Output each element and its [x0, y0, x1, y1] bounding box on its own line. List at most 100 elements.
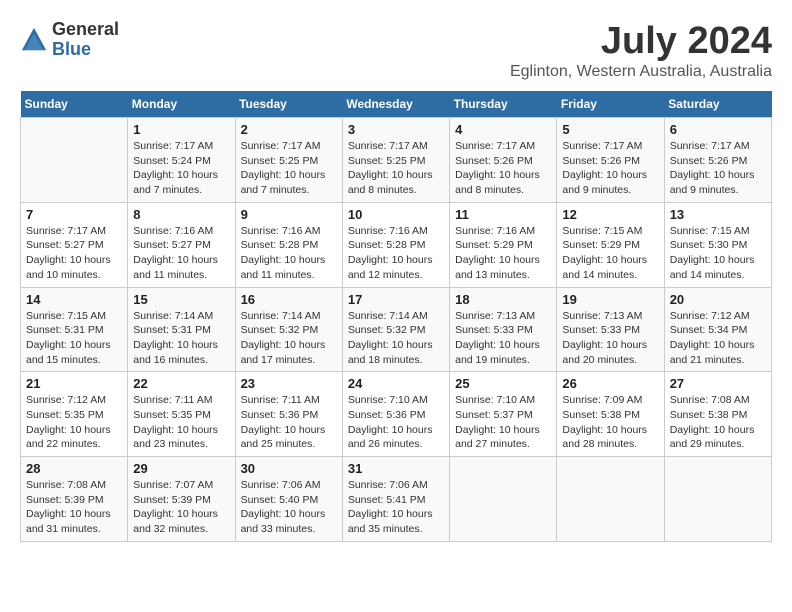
week-row-4: 21 Sunrise: 7:12 AMSunset: 5:35 PMDayligh…	[21, 372, 772, 457]
table-cell: 17Sunrise: 7:14 AMSunset: 5:32 PMDayligh…	[342, 287, 449, 372]
day-info: Sunrise: 7:08 AMSunset: 5:39 PMDaylight:…	[26, 478, 122, 537]
table-cell: 10Sunrise: 7:16 AMSunset: 5:28 PMDayligh…	[342, 202, 449, 287]
day-info: Sunrise: 7:07 AMSunset: 5:39 PMDaylight:…	[133, 478, 229, 537]
table-cell: 26 Sunrise: 7:09 AMSunset: 5:38 PMDayligh…	[557, 372, 664, 457]
table-cell: 24 Sunrise: 7:10 AMSunset: 5:36 PMDayligh…	[342, 372, 449, 457]
table-cell: 28 Sunrise: 7:08 AMSunset: 5:39 PMDayligh…	[21, 457, 128, 542]
header-monday: Monday	[128, 91, 235, 118]
table-cell: 5 Sunrise: 7:17 AMSunset: 5:26 PMDaylight…	[557, 118, 664, 203]
table-cell: 19Sunrise: 7:13 AMSunset: 5:33 PMDayligh…	[557, 287, 664, 372]
day-number: 21	[26, 376, 122, 391]
day-number: 31	[348, 461, 444, 476]
day-number: 20	[670, 292, 766, 307]
day-number: 11	[455, 207, 551, 222]
page-header: General Blue July 2024 Eglinton, Western…	[20, 20, 772, 81]
day-info: Sunrise: 7:06 AMSunset: 5:41 PMDaylight:…	[348, 478, 444, 537]
table-cell	[664, 457, 771, 542]
table-cell: 1 Sunrise: 7:17 AMSunset: 5:24 PMDaylight…	[128, 118, 235, 203]
table-cell	[450, 457, 557, 542]
day-info: Sunrise: 7:10 AMSunset: 5:37 PMDaylight:…	[455, 393, 551, 452]
day-number: 4	[455, 122, 551, 137]
day-number: 1	[133, 122, 229, 137]
day-number: 15	[133, 292, 229, 307]
day-info: Sunrise: 7:16 AMSunset: 5:29 PMDaylight:…	[455, 224, 551, 283]
day-number: 10	[348, 207, 444, 222]
day-number: 5	[562, 122, 658, 137]
logo-general: General	[52, 20, 119, 40]
day-number: 6	[670, 122, 766, 137]
table-cell: 20 Sunrise: 7:12 AMSunset: 5:34 PMDayligh…	[664, 287, 771, 372]
day-number: 27	[670, 376, 766, 391]
day-info: Sunrise: 7:17 AMSunset: 5:27 PMDaylight:…	[26, 224, 122, 283]
table-cell: 9Sunrise: 7:16 AMSunset: 5:28 PMDaylight…	[235, 202, 342, 287]
day-info: Sunrise: 7:15 AMSunset: 5:31 PMDaylight:…	[26, 309, 122, 368]
day-number: 18	[455, 292, 551, 307]
table-cell: 8 Sunrise: 7:16 AMSunset: 5:27 PMDaylight…	[128, 202, 235, 287]
day-info: Sunrise: 7:09 AMSunset: 5:38 PMDaylight:…	[562, 393, 658, 452]
day-number: 25	[455, 376, 551, 391]
table-cell	[21, 118, 128, 203]
day-info: Sunrise: 7:17 AMSunset: 5:26 PMDaylight:…	[562, 139, 658, 198]
table-cell	[557, 457, 664, 542]
header-saturday: Saturday	[664, 91, 771, 118]
day-info: Sunrise: 7:12 AMSunset: 5:34 PMDaylight:…	[670, 309, 766, 368]
day-number: 14	[26, 292, 122, 307]
day-number: 22	[133, 376, 229, 391]
day-number: 19	[562, 292, 658, 307]
day-info: Sunrise: 7:08 AMSunset: 5:38 PMDaylight:…	[670, 393, 766, 452]
day-number: 26	[562, 376, 658, 391]
day-number: 28	[26, 461, 122, 476]
table-cell: 12Sunrise: 7:15 AMSunset: 5:29 PMDayligh…	[557, 202, 664, 287]
calendar-body: 1 Sunrise: 7:17 AMSunset: 5:24 PMDaylight…	[21, 118, 772, 542]
day-info: Sunrise: 7:14 AMSunset: 5:32 PMDaylight:…	[241, 309, 337, 368]
day-info: Sunrise: 7:17 AMSunset: 5:24 PMDaylight:…	[133, 139, 229, 198]
day-number: 2	[241, 122, 337, 137]
table-cell: 2Sunrise: 7:17 AMSunset: 5:25 PMDaylight…	[235, 118, 342, 203]
day-info: Sunrise: 7:14 AMSunset: 5:31 PMDaylight:…	[133, 309, 229, 368]
day-number: 13	[670, 207, 766, 222]
logo: General Blue	[20, 20, 119, 60]
day-info: Sunrise: 7:11 AMSunset: 5:36 PMDaylight:…	[241, 393, 337, 452]
week-row-5: 28 Sunrise: 7:08 AMSunset: 5:39 PMDayligh…	[21, 457, 772, 542]
calendar-header: Sunday Monday Tuesday Wednesday Thursday…	[21, 91, 772, 118]
main-title: July 2024	[510, 20, 772, 63]
day-info: Sunrise: 7:15 AMSunset: 5:30 PMDaylight:…	[670, 224, 766, 283]
table-cell: 3Sunrise: 7:17 AMSunset: 5:25 PMDaylight…	[342, 118, 449, 203]
day-number: 23	[241, 376, 337, 391]
table-cell: 25 Sunrise: 7:10 AMSunset: 5:37 PMDayligh…	[450, 372, 557, 457]
day-info: Sunrise: 7:17 AMSunset: 5:26 PMDaylight:…	[670, 139, 766, 198]
table-cell: 13 Sunrise: 7:15 AMSunset: 5:30 PMDayligh…	[664, 202, 771, 287]
header-tuesday: Tuesday	[235, 91, 342, 118]
day-number: 9	[241, 207, 337, 222]
calendar-table: Sunday Monday Tuesday Wednesday Thursday…	[20, 91, 772, 542]
day-info: Sunrise: 7:13 AMSunset: 5:33 PMDaylight:…	[455, 309, 551, 368]
header-friday: Friday	[557, 91, 664, 118]
day-info: Sunrise: 7:10 AMSunset: 5:36 PMDaylight:…	[348, 393, 444, 452]
week-row-1: 1 Sunrise: 7:17 AMSunset: 5:24 PMDaylight…	[21, 118, 772, 203]
header-thursday: Thursday	[450, 91, 557, 118]
table-cell: 30Sunrise: 7:06 AMSunset: 5:40 PMDayligh…	[235, 457, 342, 542]
table-cell: 18 Sunrise: 7:13 AMSunset: 5:33 PMDayligh…	[450, 287, 557, 372]
table-cell: 23 Sunrise: 7:11 AMSunset: 5:36 PMDayligh…	[235, 372, 342, 457]
day-info: Sunrise: 7:17 AMSunset: 5:26 PMDaylight:…	[455, 139, 551, 198]
table-cell: 22 Sunrise: 7:11 AMSunset: 5:35 PMDayligh…	[128, 372, 235, 457]
week-row-2: 7 Sunrise: 7:17 AMSunset: 5:27 PMDaylight…	[21, 202, 772, 287]
title-block: July 2024 Eglinton, Western Australia, A…	[510, 20, 772, 81]
day-number: 8	[133, 207, 229, 222]
day-number: 12	[562, 207, 658, 222]
logo-blue: Blue	[52, 40, 119, 60]
logo-text: General Blue	[52, 20, 119, 60]
subtitle: Eglinton, Western Australia, Australia	[510, 63, 772, 81]
table-cell: 11 Sunrise: 7:16 AMSunset: 5:29 PMDayligh…	[450, 202, 557, 287]
day-number: 7	[26, 207, 122, 222]
day-info: Sunrise: 7:14 AMSunset: 5:32 PMDaylight:…	[348, 309, 444, 368]
table-cell: 16Sunrise: 7:14 AMSunset: 5:32 PMDayligh…	[235, 287, 342, 372]
header-wednesday: Wednesday	[342, 91, 449, 118]
day-info: Sunrise: 7:11 AMSunset: 5:35 PMDaylight:…	[133, 393, 229, 452]
day-info: Sunrise: 7:16 AMSunset: 5:27 PMDaylight:…	[133, 224, 229, 283]
day-info: Sunrise: 7:12 AMSunset: 5:35 PMDaylight:…	[26, 393, 122, 452]
day-number: 3	[348, 122, 444, 137]
header-sunday: Sunday	[21, 91, 128, 118]
day-number: 24	[348, 376, 444, 391]
table-cell: 4 Sunrise: 7:17 AMSunset: 5:26 PMDaylight…	[450, 118, 557, 203]
